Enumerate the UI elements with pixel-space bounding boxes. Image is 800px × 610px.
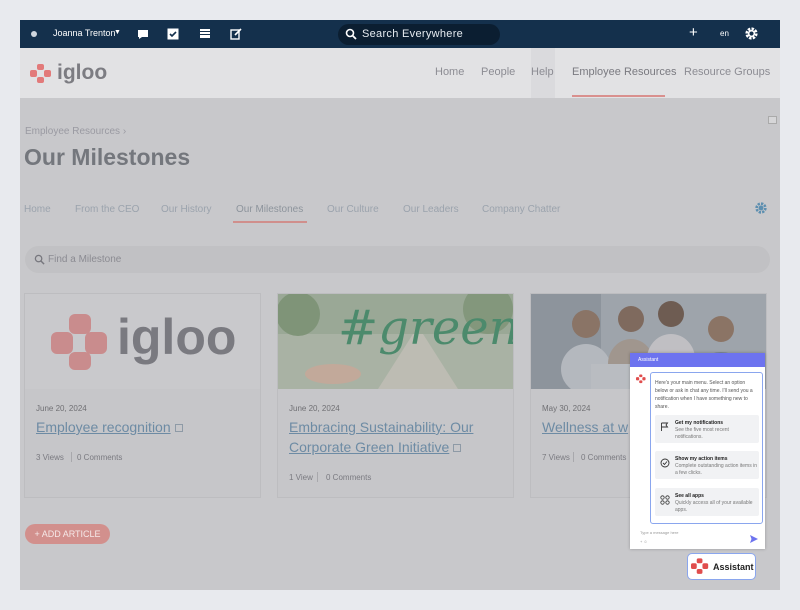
external-link-icon[interactable]: [174, 424, 183, 433]
caret-down-icon[interactable]: ▼: [114, 29, 121, 36]
gear-icon[interactable]: [744, 26, 759, 41]
milestone-search-input[interactable]: Find a Milestone: [25, 246, 770, 273]
chat-icon[interactable]: [136, 27, 150, 41]
assistant-intro: Here's your main menu. Select an option …: [655, 380, 753, 410]
article-date: June 20, 2024: [289, 404, 340, 413]
igloo-logo-image-text: igloo: [117, 309, 237, 365]
assistant-message-input[interactable]: Type a message here: [640, 530, 678, 535]
nav-people[interactable]: People: [481, 66, 515, 78]
option-show-action-items[interactable]: Show my action items Complete outstandin…: [655, 451, 759, 479]
subnav-from-the-ceo[interactable]: From the CEO: [75, 204, 139, 215]
global-search-input[interactable]: Search Everywhere: [338, 24, 500, 45]
add-article-button[interactable]: + ADD ARTICLE: [25, 524, 110, 544]
article-title[interactable]: Embracing Sustainability: Our Corporate …: [289, 419, 473, 455]
user-menu[interactable]: Joanna Trenton: [53, 28, 116, 38]
article-title[interactable]: Employee recognition: [36, 419, 171, 435]
igloo-logo-icon[interactable]: [30, 64, 52, 84]
option-see-all-apps[interactable]: See all apps Quickly access all of your …: [655, 488, 759, 516]
meta-divider: [317, 472, 318, 482]
apps-icon: [660, 495, 670, 505]
article-title-link[interactable]: Embracing Sustainability: Our Corporate …: [289, 417, 503, 457]
logo-text[interactable]: igloo: [57, 61, 107, 85]
language-selector[interactable]: en: [720, 29, 729, 38]
article-image-igloo-logo[interactable]: igloo: [25, 294, 260, 389]
assistant-launcher-button[interactable]: Assistant: [687, 553, 756, 580]
nav-employee-resources[interactable]: Employee Resources: [572, 66, 677, 78]
search-icon: [34, 254, 45, 265]
article-comments[interactable]: 0 Comments: [326, 473, 371, 482]
article-card[interactable]: igloo June 20, 2024 Employee recognition…: [24, 293, 261, 498]
flag-icon: [661, 422, 669, 431]
article-views: 7 Views: [542, 453, 570, 462]
subnav-our-leaders[interactable]: Our Leaders: [403, 204, 459, 215]
option-title: See all apps: [675, 493, 704, 499]
article-title[interactable]: Wellness at w: [542, 419, 628, 435]
checkbox-icon[interactable]: [166, 27, 180, 41]
article-card[interactable]: #green June 20, 2024 Embracing Sustainab…: [277, 293, 514, 498]
send-icon[interactable]: [750, 535, 758, 543]
assistant-logo-icon: [691, 558, 709, 574]
search-placeholder: Search Everywhere: [362, 28, 464, 40]
page-title: Our Milestones: [24, 144, 191, 170]
option-title: Show my action items: [675, 456, 728, 462]
minimize-button[interactable]: [768, 116, 777, 124]
article-title-link[interactable]: Employee recognition: [36, 417, 250, 437]
compose-icon[interactable]: [229, 27, 243, 41]
settings-gear-icon[interactable]: [754, 201, 768, 215]
option-desc: Complete outstanding action items in a f…: [675, 463, 757, 476]
assistant-panel: Assistant Here's your main menu. Select …: [630, 353, 765, 549]
active-subnav-underline: [233, 221, 307, 223]
option-get-notifications[interactable]: Get my notifications See the five most r…: [655, 415, 759, 443]
article-image-green[interactable]: #green: [278, 294, 513, 389]
assistant-header: Assistant: [630, 353, 765, 367]
subnav-home[interactable]: Home: [24, 204, 51, 215]
breadcrumb[interactable]: Employee Resources ›: [25, 126, 126, 137]
site-header: igloo Home People Help Employee Resource…: [20, 48, 780, 98]
article-date: May 30, 2024: [542, 404, 591, 413]
subnav-company-chatter[interactable]: Company Chatter: [482, 204, 560, 215]
nav-resource-groups[interactable]: Resource Groups: [684, 66, 770, 78]
add-button[interactable]: +: [689, 24, 698, 41]
subnav-our-history[interactable]: Our History: [161, 204, 212, 215]
presence-dot: [31, 31, 37, 37]
assistant-avatar-icon: [636, 374, 646, 384]
meta-divider: [71, 452, 72, 462]
meta-divider: [573, 452, 574, 462]
subnav-our-culture[interactable]: Our Culture: [327, 204, 379, 215]
article-comments[interactable]: 0 Comments: [77, 453, 122, 462]
assistant-launcher-label: Assistant: [713, 562, 754, 572]
assistant-menu: Here's your main menu. Select an option …: [650, 372, 763, 524]
green-image-text: #green: [338, 300, 513, 356]
article-views: 3 Views: [36, 453, 64, 462]
search-icon: [345, 28, 357, 40]
subnav-our-milestones[interactable]: Our Milestones: [236, 204, 303, 215]
article-date: June 20, 2024: [36, 404, 87, 413]
active-nav-underline: [572, 95, 665, 97]
attachment-tools-icon[interactable]: + ☺: [640, 539, 648, 544]
nav-home[interactable]: Home: [435, 66, 464, 78]
bookmark-icon[interactable]: [198, 27, 212, 41]
option-title: Get my notifications: [675, 420, 724, 426]
milestone-search-placeholder: Find a Milestone: [48, 254, 122, 265]
external-link-icon[interactable]: [453, 444, 462, 453]
article-views: 1 View: [289, 473, 313, 482]
check-circle-icon: [660, 458, 670, 468]
nav-help[interactable]: Help: [531, 66, 554, 78]
option-desc: Quickly access all of your available app…: [675, 500, 753, 513]
article-comments[interactable]: 0 Comments: [581, 453, 626, 462]
option-desc: See the five most recent notifications.: [675, 427, 729, 440]
top-bar: Joanna Trenton ▼ Search Everywhere + en: [20, 20, 780, 48]
